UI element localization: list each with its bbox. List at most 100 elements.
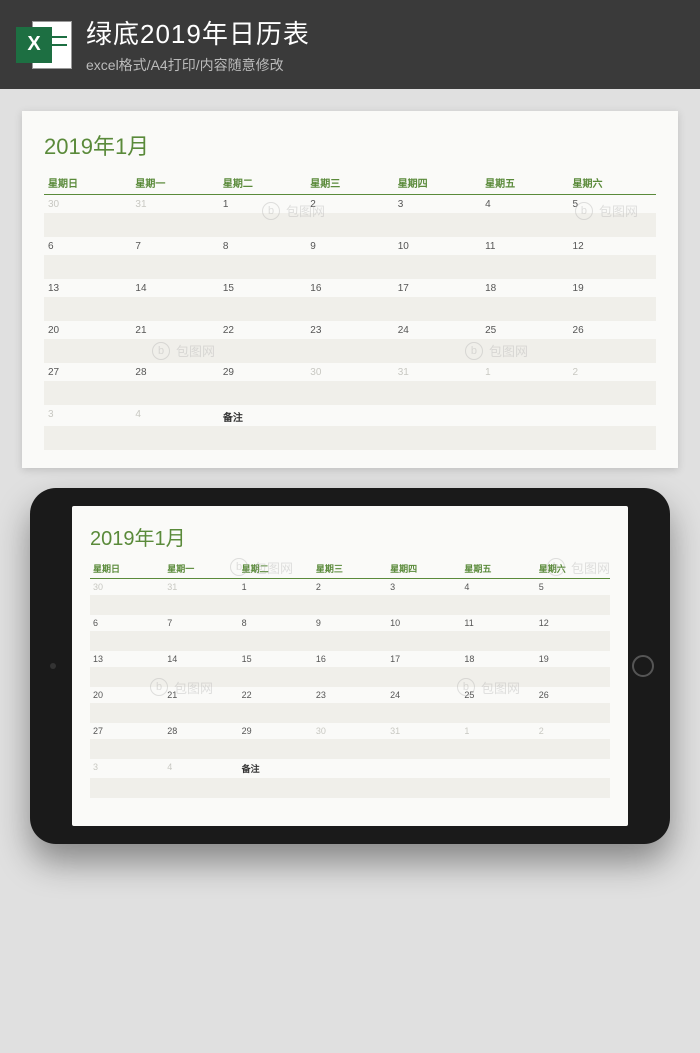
preview-area: 2019年1月 星期日星期一星期二星期三星期四星期五星期六 3031123456… <box>0 89 700 866</box>
calendar-day-cell <box>461 759 535 778</box>
calendar-day-cell: 25 <box>481 321 568 339</box>
calendar-day-cell: 17 <box>387 651 461 667</box>
calendar-day-cell: 2 <box>306 195 393 213</box>
calendar-day-cell: 22 <box>219 321 306 339</box>
calendar-day-cell: 21 <box>131 321 218 339</box>
weekday-header: 星期三 <box>313 559 387 579</box>
calendar-day-cell: 9 <box>313 615 387 631</box>
calendar-day-cell: 27 <box>90 723 164 739</box>
calendar-day-cell: 备注 <box>219 405 306 426</box>
calendar-day-cell <box>481 405 568 426</box>
calendar-spacer-row <box>44 381 656 405</box>
calendar-day-cell: 8 <box>239 615 313 631</box>
calendar-spacer-row <box>90 631 610 651</box>
calendar-day-cell: 18 <box>481 279 568 297</box>
calendar-week-row: 6789101112 <box>44 237 656 255</box>
calendar-day-cell: 29 <box>219 363 306 381</box>
calendar-day-cell: 7 <box>164 615 238 631</box>
calendar-day-cell: 24 <box>394 321 481 339</box>
sheet-preview-large: 2019年1月 星期日星期一星期二星期三星期四星期五星期六 3031123456… <box>22 111 678 468</box>
calendar-day-cell: 28 <box>164 723 238 739</box>
calendar-table-tablet: 星期日星期一星期二星期三星期四星期五星期六 303112345678910111… <box>90 559 610 798</box>
calendar-day-cell: 18 <box>461 651 535 667</box>
calendar-day-cell: 14 <box>164 651 238 667</box>
calendar-day-cell: 3 <box>387 578 461 595</box>
calendar-day-cell: 3 <box>90 759 164 778</box>
calendar-day-cell: 5 <box>569 195 656 213</box>
calendar-day-cell: 16 <box>306 279 393 297</box>
calendar-week-row: 303112345 <box>44 195 656 213</box>
calendar-day-cell: 31 <box>131 195 218 213</box>
calendar-day-cell: 12 <box>569 237 656 255</box>
calendar-day-cell: 30 <box>306 363 393 381</box>
weekday-header: 星期二 <box>219 171 306 195</box>
calendar-day-cell: 6 <box>90 615 164 631</box>
calendar-week-row: 13141516171819 <box>44 279 656 297</box>
weekday-header: 星期三 <box>306 171 393 195</box>
calendar-spacer-row <box>44 339 656 363</box>
page-subtitle: excel格式/A4打印/内容随意修改 <box>86 55 684 75</box>
calendar-day-cell: 23 <box>306 321 393 339</box>
calendar-day-cell: 3 <box>44 405 131 426</box>
calendar-week-row: 34备注 <box>44 405 656 426</box>
calendar-day-cell: 2 <box>536 723 610 739</box>
weekday-header: 星期四 <box>387 559 461 579</box>
calendar-day-cell: 13 <box>44 279 131 297</box>
calendar-day-cell: 24 <box>387 687 461 703</box>
weekday-header: 星期五 <box>461 559 535 579</box>
calendar-day-cell: 1 <box>239 578 313 595</box>
calendar-day-cell: 31 <box>387 723 461 739</box>
calendar-day-cell: 21 <box>164 687 238 703</box>
calendar-day-cell: 12 <box>536 615 610 631</box>
calendar-day-cell: 2 <box>313 578 387 595</box>
header-bar: X 绿底2019年日历表 excel格式/A4打印/内容随意修改 <box>0 0 700 89</box>
weekday-header: 星期四 <box>394 171 481 195</box>
page-title: 绿底2019年日历表 <box>86 14 684 51</box>
header-text: 绿底2019年日历表 excel格式/A4打印/内容随意修改 <box>86 14 684 75</box>
weekday-row: 星期日星期一星期二星期三星期四星期五星期六 <box>90 559 610 579</box>
weekday-row: 星期日星期一星期二星期三星期四星期五星期六 <box>44 171 656 195</box>
calendar-day-cell: 20 <box>90 687 164 703</box>
calendar-day-cell: 30 <box>44 195 131 213</box>
tablet-frame: 2019年1月 星期日星期一星期二星期三星期四星期五星期六 3031123456… <box>30 488 670 844</box>
calendar-spacer-row <box>44 213 656 237</box>
calendar-table: 星期日星期一星期二星期三星期四星期五星期六 303112345678910111… <box>44 171 656 450</box>
tablet-screen: 2019年1月 星期日星期一星期二星期三星期四星期五星期六 3031123456… <box>72 506 628 826</box>
calendar-day-cell: 1 <box>219 195 306 213</box>
calendar-day-cell: 2 <box>569 363 656 381</box>
calendar-day-cell: 25 <box>461 687 535 703</box>
calendar-spacer-row <box>90 778 610 798</box>
calendar-spacer-row <box>44 255 656 279</box>
calendar-week-row: 34备注 <box>90 759 610 778</box>
calendar-title: 2019年1月 <box>44 129 656 161</box>
excel-badge-letter: X <box>16 27 52 63</box>
calendar-day-cell: 17 <box>394 279 481 297</box>
calendar-day-cell: 26 <box>569 321 656 339</box>
calendar-day-cell: 31 <box>394 363 481 381</box>
calendar-day-cell: 4 <box>164 759 238 778</box>
calendar-day-cell: 26 <box>536 687 610 703</box>
calendar-week-row: 272829303112 <box>90 723 610 739</box>
calendar-day-cell <box>569 405 656 426</box>
calendar-day-cell: 11 <box>461 615 535 631</box>
calendar-day-cell: 22 <box>239 687 313 703</box>
calendar-day-cell <box>387 759 461 778</box>
calendar-day-cell <box>313 759 387 778</box>
calendar-spacer-row <box>44 426 656 450</box>
calendar-day-cell: 10 <box>394 237 481 255</box>
calendar-day-cell: 4 <box>131 405 218 426</box>
weekday-header: 星期日 <box>90 559 164 579</box>
calendar-spacer-row <box>90 739 610 759</box>
calendar-day-cell: 5 <box>536 578 610 595</box>
calendar-day-cell: 9 <box>306 237 393 255</box>
calendar-day-cell: 1 <box>461 723 535 739</box>
calendar-day-cell: 23 <box>313 687 387 703</box>
calendar-week-row: 6789101112 <box>90 615 610 631</box>
calendar-day-cell: 28 <box>131 363 218 381</box>
tablet-mockup: 2019年1月 星期日星期一星期二星期三星期四星期五星期六 3031123456… <box>30 488 670 844</box>
calendar-day-cell: 1 <box>481 363 568 381</box>
calendar-day-cell: 10 <box>387 615 461 631</box>
calendar-day-cell: 20 <box>44 321 131 339</box>
calendar-day-cell: 11 <box>481 237 568 255</box>
calendar-day-cell: 8 <box>219 237 306 255</box>
